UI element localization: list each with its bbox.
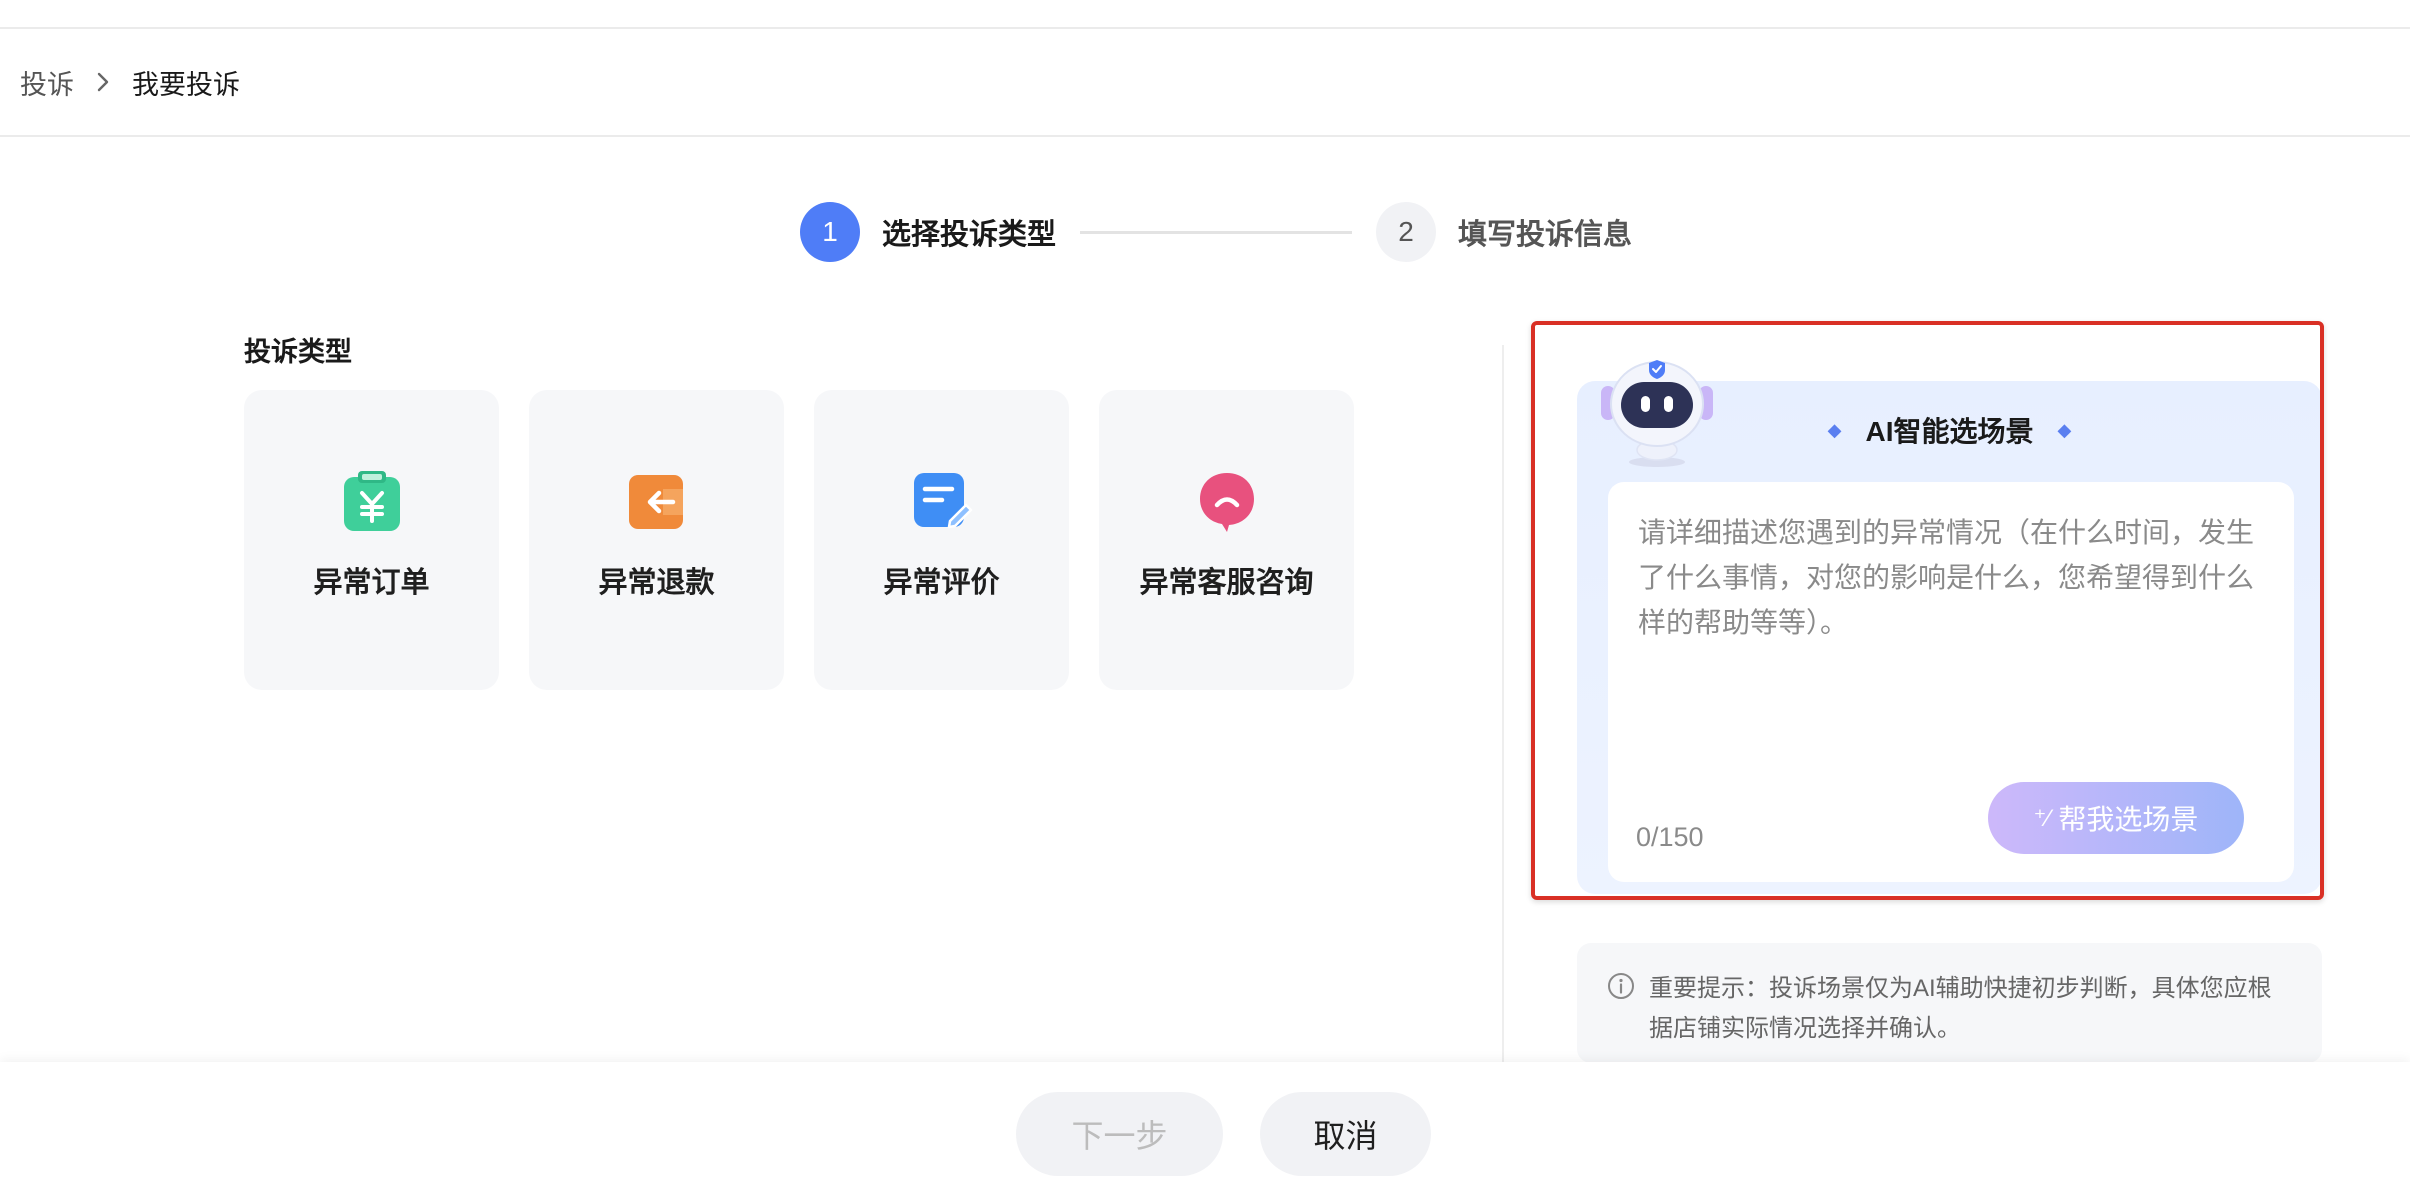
yuan-clipboard-icon (343, 471, 400, 531)
cancel-button[interactable]: 取消 (1260, 1092, 1431, 1176)
complaint-type-abnormal-order[interactable]: 异常订单 (244, 390, 499, 690)
complaint-type-grid: 异常订单 异常退款 异常评价 异常客服咨询 (244, 390, 1354, 690)
complaint-type-abnormal-refund[interactable]: 异常退款 (529, 390, 784, 690)
info-icon (1608, 973, 1634, 999)
step-1-circle: 1 (800, 202, 860, 262)
important-notice: 重要提示：投诉场景仅为AI辅助快捷初步判断，具体您应根据店铺实际情况选择并确认。 (1577, 943, 2322, 1063)
edit-note-icon (913, 473, 972, 529)
complaint-type-abnormal-review[interactable]: 异常评价 (814, 390, 1069, 690)
chat-bubble-icon (1199, 473, 1254, 532)
complaint-type-label: 异常客服咨询 (1139, 567, 1314, 599)
ai-panel-highlight-box (1531, 321, 2324, 900)
breadcrumb: 投诉 我要投诉 (0, 29, 2410, 137)
complaint-type-label: 异常退款 (598, 567, 715, 599)
step-indicator: 1 选择投诉类型 2 填写投诉信息 (800, 200, 1632, 264)
breadcrumb-parent-link[interactable]: 投诉 (20, 63, 74, 102)
footer-action-bar: 下一步 取消 (0, 1062, 2410, 1186)
complaint-type-label: 异常订单 (313, 567, 430, 599)
chevron-right-icon (96, 71, 110, 93)
refund-arrow-icon (628, 475, 683, 529)
complaint-type-label: 异常评价 (883, 567, 1000, 599)
complaint-type-title: 投诉类型 (244, 337, 352, 367)
step-2-circle: 2 (1376, 202, 1437, 262)
top-strip (0, 0, 2410, 29)
step-connector (1080, 230, 1353, 234)
step-1-label: 选择投诉类型 (882, 219, 1057, 251)
notice-text: 重要提示：投诉场景仅为AI辅助快捷初步判断，具体您应根据店铺实际情况选择并确认。 (1649, 975, 2272, 1042)
step-2-label: 填写投诉信息 (1458, 219, 1633, 251)
breadcrumb-current: 我要投诉 (132, 69, 240, 100)
vertical-divider (1502, 345, 1504, 1065)
complaint-type-abnormal-service[interactable]: 异常客服咨询 (1099, 390, 1354, 690)
next-step-button[interactable]: 下一步 (1016, 1092, 1223, 1176)
